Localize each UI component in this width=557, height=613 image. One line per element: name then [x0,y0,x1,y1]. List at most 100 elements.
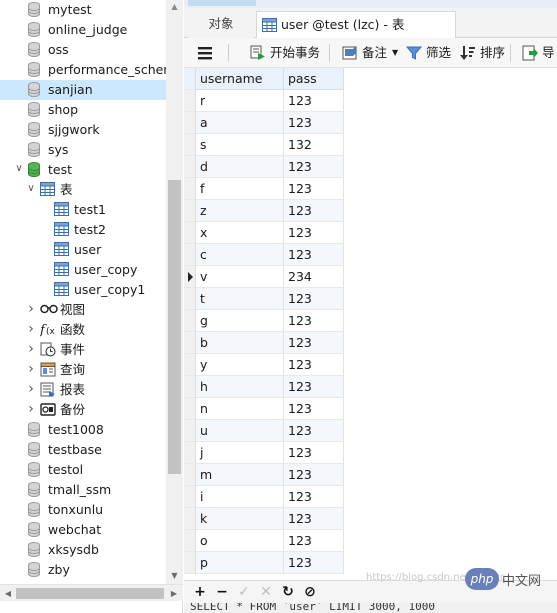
tree-node[interactable]: shop [0,100,166,120]
table-cell-pass[interactable]: 123 [284,530,344,552]
table-cell-username[interactable]: k [196,508,284,530]
collapse-arrow-icon[interactable]: › [26,402,36,416]
navigator-horizontal-scrollbar[interactable]: ◀ ▶ [0,584,183,601]
table-cell-username[interactable]: g [196,310,284,332]
row-selector[interactable] [184,508,196,530]
row-selector[interactable] [184,354,196,376]
tree-node[interactable]: tmall_ssm [0,480,166,500]
tab-user-table[interactable]: user @test (lzc) - 表 [256,11,456,38]
row-selector[interactable] [184,332,196,354]
table-cell-username[interactable]: y [196,354,284,376]
table-cell-username[interactable]: j [196,442,284,464]
collapse-arrow-icon[interactable]: › [26,382,36,396]
tree-node[interactable]: sjjgwork [0,120,166,140]
tree-node[interactable]: sys [0,140,166,160]
collapse-arrow-icon[interactable]: › [26,302,36,316]
tree-node[interactable]: › 事件 [0,340,166,360]
table-cell-username[interactable]: f [196,178,284,200]
table-cell-pass[interactable]: 123 [284,486,344,508]
table-cell-pass[interactable]: 123 [284,288,344,310]
column-header-pass[interactable]: pass [284,68,344,90]
table-cell-pass[interactable]: 123 [284,332,344,354]
table-cell-pass[interactable]: 123 [284,178,344,200]
table-cell-username[interactable]: o [196,530,284,552]
table-cell-pass[interactable]: 123 [284,354,344,376]
table-cell-pass[interactable]: 123 [284,200,344,222]
table-cell-pass[interactable]: 132 [284,134,344,156]
tree-node[interactable]: testbase [0,440,166,460]
row-selector[interactable] [184,222,196,244]
table-cell-username[interactable]: r [196,90,284,112]
table-cell-username[interactable]: u [196,420,284,442]
table-cell-username[interactable]: c [196,244,284,266]
tree-node[interactable]: ›f(x)函数 [0,320,166,340]
table-cell-pass[interactable]: 123 [284,420,344,442]
table-cell-username[interactable]: a [196,112,284,134]
scroll-up-arrow-icon[interactable]: ▲ [166,0,183,14]
row-selector[interactable] [184,530,196,552]
memo-dropdown-icon[interactable]: ▼ [392,42,398,64]
collapse-arrow-icon[interactable]: › [26,322,36,336]
row-selector[interactable] [184,244,196,266]
tree-node[interactable]: user_copy [0,260,166,280]
table-cell-pass[interactable]: 234 [284,266,344,288]
delete-record-button[interactable]: − [214,584,230,600]
table-cell-username[interactable]: b [196,332,284,354]
tree-node[interactable]: xksysdb [0,540,166,560]
collapse-arrow-icon[interactable]: › [26,362,36,376]
tree-node[interactable]: test2 [0,220,166,240]
table-cell-pass[interactable]: 123 [284,442,344,464]
table-cell-username[interactable]: v [196,266,284,288]
table-cell-username[interactable]: t [196,288,284,310]
tree-node[interactable]: mytest [0,0,166,20]
tree-node[interactable]: ∨ 表 [0,180,166,200]
tree-node[interactable]: › 视图 [0,300,166,320]
discard-changes-button[interactable]: ✕ [258,584,274,600]
column-header-username[interactable]: username [196,68,284,90]
row-selector[interactable] [184,156,196,178]
tree-node[interactable]: › 备份 [0,400,166,420]
filter-button[interactable]: 筛选 [404,42,452,64]
tree-node[interactable]: sanjian [0,80,166,100]
tree-node[interactable]: test1008 [0,420,166,440]
row-selector[interactable] [184,200,196,222]
expand-arrow-icon[interactable]: ∨ [14,164,24,174]
row-selector[interactable] [184,552,196,574]
refresh-button[interactable]: ↻ [280,584,296,600]
table-cell-pass[interactable]: 123 [284,552,344,574]
table-cell-pass[interactable]: 123 [284,508,344,530]
scroll-down-arrow-icon[interactable]: ▼ [166,569,183,583]
menu-button[interactable] [196,42,216,64]
table-cell-pass[interactable]: 123 [284,244,344,266]
tree-node[interactable]: test1 [0,200,166,220]
row-selector[interactable] [184,486,196,508]
row-selector[interactable] [184,134,196,156]
table-cell-username[interactable]: h [196,376,284,398]
scroll-left-arrow-icon[interactable]: ◀ [2,585,14,602]
scroll-thumb[interactable] [168,180,181,474]
table-cell-pass[interactable]: 123 [284,310,344,332]
tree-node[interactable]: testol [0,460,166,480]
sort-button[interactable]: 排序 [458,42,506,64]
table-cell-username[interactable]: x [196,222,284,244]
apply-changes-button[interactable]: ✓ [236,584,252,600]
row-selector[interactable] [184,442,196,464]
tree-node[interactable]: › 查询 [0,360,166,380]
tree-node[interactable]: oss [0,40,166,60]
row-selector[interactable] [184,266,196,288]
tree-node[interactable]: ∨ test [0,160,166,180]
table-cell-pass[interactable]: 123 [284,398,344,420]
row-selector[interactable] [184,90,196,112]
row-selector[interactable] [184,112,196,134]
horizontal-scroll-thumb[interactable] [16,588,164,599]
row-selector[interactable] [184,398,196,420]
table-cell-pass[interactable]: 123 [284,156,344,178]
row-selector[interactable] [184,178,196,200]
collapse-arrow-icon[interactable]: › [26,342,36,356]
table-cell-pass[interactable]: 123 [284,376,344,398]
row-selector[interactable] [184,420,196,442]
table-cell-username[interactable]: z [196,200,284,222]
row-selector[interactable] [184,288,196,310]
tree-node[interactable]: webchat [0,520,166,540]
tree-node[interactable]: tonxunlu [0,500,166,520]
